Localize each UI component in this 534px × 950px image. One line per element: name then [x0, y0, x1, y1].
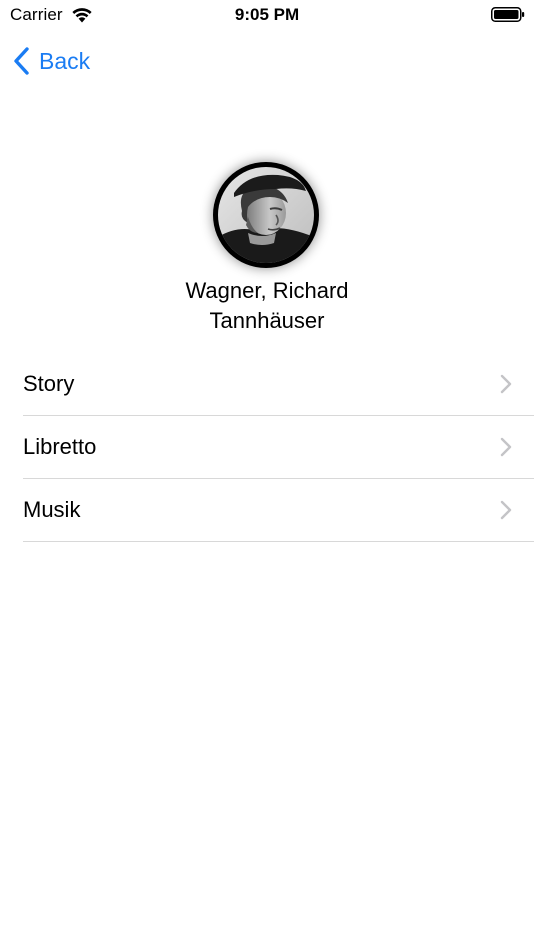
opera-title: Tannhäuser — [209, 308, 325, 333]
back-button[interactable]: Back — [12, 44, 90, 78]
status-time: 9:05 PM — [234, 5, 300, 24]
menu-list: Story Libretto Musik — [23, 353, 534, 542]
menu-item-libretto[interactable]: Libretto — [23, 416, 534, 479]
status-bar: Carrier 9:05 PM — [0, 0, 534, 30]
chevron-left-icon — [14, 47, 29, 75]
composer-name: Wagner, Richard — [185, 278, 349, 303]
chevron-right-icon — [500, 374, 512, 394]
chevron-right-icon — [500, 437, 512, 457]
battery-icon — [491, 7, 525, 22]
back-label: Back — [39, 47, 91, 74]
chevron-right-icon — [500, 500, 512, 520]
composer-portrait — [218, 167, 314, 263]
menu-item-musik[interactable]: Musik — [23, 479, 534, 542]
menu-item-label: Libretto — [23, 434, 97, 459]
menu-item-label: Musik — [23, 497, 81, 522]
avatar-frame — [213, 162, 319, 268]
menu-item-label: Story — [23, 371, 75, 396]
composer-avatar — [218, 167, 314, 263]
menu-item-story[interactable]: Story — [23, 353, 534, 416]
